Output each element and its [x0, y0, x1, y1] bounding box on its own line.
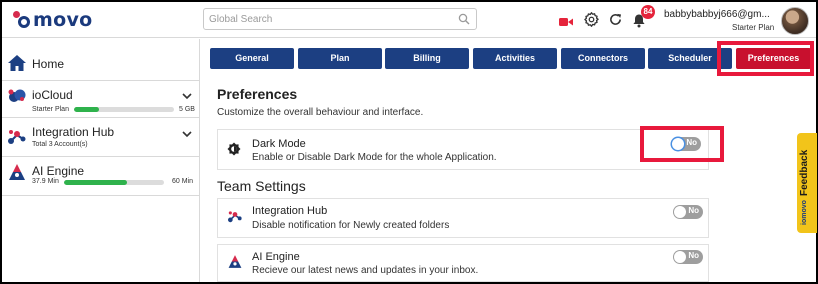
feedback-label: Feedback: [799, 149, 810, 197]
toggle-knob: [674, 206, 686, 218]
sidebar-item-label: Home: [32, 57, 65, 71]
ai-engine-card: AI Engine Recieve our latest news and up…: [217, 244, 709, 282]
ai-engine-icon: [7, 163, 27, 186]
integration-hub-toggle[interactable]: No: [673, 205, 703, 219]
progress-fill: [74, 107, 99, 112]
feedback-button[interactable]: iomovo Feedback: [797, 133, 817, 233]
toggle-label: No: [688, 206, 699, 215]
logo-text: movo: [33, 9, 93, 31]
user-email[interactable]: babbybabbyj666@gm...: [664, 9, 770, 20]
ai-engine-icon: [227, 254, 243, 274]
tab-plan[interactable]: Plan: [298, 48, 382, 69]
avatar[interactable]: [781, 7, 809, 35]
integration-hub-description: Disable notification for Newly created f…: [252, 220, 450, 231]
ai-engine-toggle[interactable]: No: [673, 250, 703, 264]
dark-mode-card: Dark Mode Enable or Disable Dark Mode fo…: [217, 129, 709, 170]
page-title: Preferences: [217, 86, 298, 102]
sidebar-item-integration-hub[interactable]: Integration Hub Total 3 Account(s): [2, 119, 200, 157]
search-icon[interactable]: [458, 12, 470, 30]
refresh-icon[interactable]: [609, 13, 622, 31]
storage-progress-bar: [74, 107, 174, 112]
highlight-box-dark-mode-toggle: [640, 126, 724, 162]
iocloud-icon: [7, 88, 27, 109]
home-icon: [7, 54, 27, 77]
integration-hub-icon: [227, 209, 243, 228]
dark-mode-title: Dark Mode: [252, 138, 306, 150]
user-plan: Starter Plan: [732, 23, 775, 32]
sidebar-item-iocloud[interactable]: ioCloud Starter Plan 5 GB: [2, 82, 200, 118]
chevron-down-icon[interactable]: [182, 130, 192, 141]
usage-progress-bar: [64, 180, 164, 185]
sidebar-item-sub: Starter Plan: [32, 106, 69, 113]
integration-hub-icon: [7, 127, 27, 150]
toggle-label: No: [688, 251, 699, 260]
sidebar-item-title: AI Engine: [32, 164, 85, 178]
ai-engine-description: Recieve our latest news and updates in y…: [252, 265, 479, 276]
sidebar-item-title: Integration Hub: [32, 125, 115, 139]
tab-activities[interactable]: Activities: [473, 48, 557, 69]
page-description: Customize the overall behaviour and inte…: [217, 107, 424, 118]
tab-billing[interactable]: Billing: [385, 48, 469, 69]
video-camera-icon[interactable]: [559, 14, 573, 32]
usage-value: 60 Min: [172, 178, 194, 185]
toggle-knob: [674, 251, 686, 263]
tab-general[interactable]: General: [210, 48, 294, 69]
ai-engine-title: AI Engine: [252, 251, 300, 263]
sidebar-item-home[interactable]: Home: [2, 39, 200, 81]
storage-value: 5 GB: [179, 106, 195, 113]
sidebar-item-title: ioCloud: [32, 88, 73, 102]
team-settings-title: Team Settings: [217, 178, 306, 194]
chevron-down-icon[interactable]: [182, 92, 192, 103]
gear-icon[interactable]: [584, 12, 599, 32]
dark-mode-description: Enable or Disable Dark Mode for the whol…: [252, 152, 497, 163]
sidebar-item-sub: Total 3 Account(s): [32, 141, 88, 148]
sidebar-item-ai-engine[interactable]: AI Engine 37.9 Min 60 Min: [2, 158, 200, 196]
integration-hub-card: Integration Hub Disable notification for…: [217, 198, 709, 238]
sidebar: Home ioCloud Starter Plan 5 GB Integrati…: [2, 39, 200, 282]
feedback-brand: iomovo: [801, 200, 808, 225]
progress-fill: [64, 180, 127, 185]
highlight-box-preferences-tab: [717, 41, 814, 76]
notification-count-badge: 84: [641, 5, 655, 19]
logo-mark-icon: [12, 10, 32, 30]
sidebar-item-sub: 37.9 Min: [32, 178, 59, 185]
integration-hub-title: Integration Hub: [252, 205, 328, 217]
search-input[interactable]: [204, 9, 444, 30]
dark-mode-icon: [227, 142, 241, 161]
global-search[interactable]: [203, 8, 477, 30]
iomovo-logo[interactable]: movo: [12, 9, 93, 31]
tab-connectors[interactable]: Connectors: [561, 48, 645, 69]
